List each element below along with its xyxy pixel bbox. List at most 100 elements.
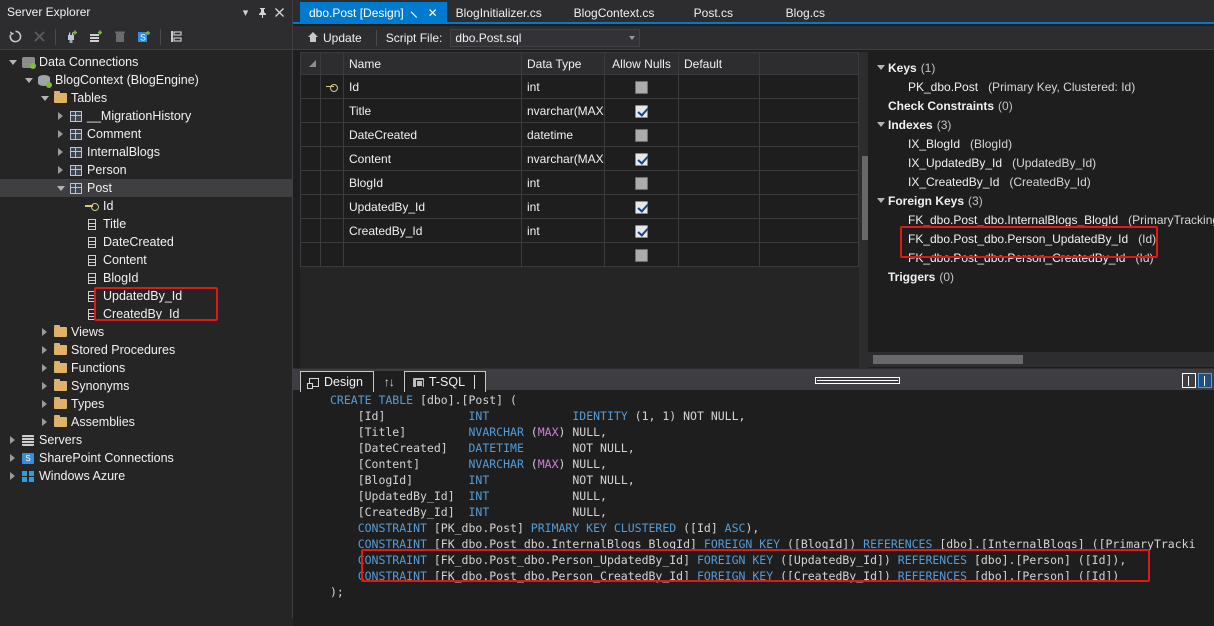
tree-item-title[interactable]: Title xyxy=(0,215,292,233)
grid-corner-header[interactable] xyxy=(300,52,321,75)
properties-scrollbar-thumb[interactable] xyxy=(873,355,1023,364)
connect-to-database-icon[interactable] xyxy=(61,27,83,47)
close-icon[interactable]: ✕ xyxy=(428,6,438,20)
row-selector[interactable] xyxy=(300,74,321,99)
cell-allow-nulls[interactable] xyxy=(604,146,679,171)
tree-item-person[interactable]: Person xyxy=(0,161,292,179)
row-selector[interactable] xyxy=(300,242,321,267)
properties-icon[interactable] xyxy=(166,27,188,47)
cell-name[interactable]: Id xyxy=(343,74,522,99)
split-horizontal-button[interactable] xyxy=(1182,373,1196,388)
allow-nulls-checkbox[interactable] xyxy=(635,152,648,166)
expander-collapsed-icon[interactable] xyxy=(10,436,15,444)
cell-allow-nulls[interactable] xyxy=(604,122,679,147)
tree-item-data-connections[interactable]: Data Connections xyxy=(0,53,292,71)
tree-expander[interactable] xyxy=(38,328,51,336)
cell-data-type[interactable]: int xyxy=(521,170,605,195)
cell-default[interactable] xyxy=(678,242,760,267)
sharepoint-connection-icon[interactable]: S xyxy=(133,27,155,47)
properties-item[interactable]: IX_CreatedBy_Id (CreatedBy_Id) xyxy=(868,172,1214,191)
expander-collapsed-icon[interactable] xyxy=(42,382,47,390)
allow-nulls-checkbox[interactable] xyxy=(635,224,648,238)
tab-tsql[interactable]: T-SQL xyxy=(403,371,487,392)
tree-item-updatedby-id[interactable]: UpdatedBy_Id xyxy=(0,287,292,305)
tree-item-createdby-id[interactable]: CreatedBy_Id xyxy=(0,305,292,323)
cell-allow-nulls[interactable] xyxy=(604,218,679,243)
tree-expander[interactable] xyxy=(6,436,19,444)
properties-item[interactable]: IX_UpdatedBy_Id (UpdatedBy_Id) xyxy=(868,153,1214,172)
properties-item[interactable]: FK_dbo.Post_dbo.Person_CreatedBy_Id (Id) xyxy=(868,248,1214,267)
properties-item[interactable]: FK_dbo.Post_dbo.InternalBlogs_BlogId (Pri… xyxy=(868,210,1214,229)
tree-item-content[interactable]: Content xyxy=(0,251,292,269)
properties-horizontal-scrollbar[interactable] xyxy=(868,352,1214,367)
tree-item-servers[interactable]: Servers xyxy=(0,431,292,449)
tree-item-migrationhistory[interactable]: __MigrationHistory xyxy=(0,107,292,125)
properties-group-triggers[interactable]: Triggers (0) xyxy=(868,267,1214,286)
pin-icon[interactable]: ⚊ xyxy=(408,4,424,20)
tree-expander[interactable] xyxy=(54,112,67,120)
cell-data-type[interactable] xyxy=(521,242,605,267)
expander-collapsed-icon[interactable] xyxy=(10,472,15,480)
properties-item[interactable]: PK_dbo.Post (Primary Key, Clustered: Id) xyxy=(868,77,1214,96)
tree-expander[interactable] xyxy=(54,185,67,191)
tree-expander[interactable] xyxy=(6,454,19,462)
tab-post-cs[interactable]: Post.cs xyxy=(685,2,777,23)
cell-data-type[interactable]: int xyxy=(521,74,605,99)
expander-expanded-icon[interactable] xyxy=(56,185,65,191)
refresh-icon[interactable] xyxy=(4,27,26,47)
tree-expander[interactable] xyxy=(38,382,51,390)
row-selector[interactable] xyxy=(300,122,321,147)
allow-nulls-checkbox[interactable] xyxy=(635,248,648,262)
grid-header-data-type[interactable]: Data Type xyxy=(521,52,605,75)
cell-name[interactable]: Content xyxy=(343,146,522,171)
cell-default[interactable] xyxy=(678,74,760,99)
expander-collapsed-icon[interactable] xyxy=(42,346,47,354)
tab-blog-cs[interactable]: Blog.cs xyxy=(777,2,857,23)
tree-expander[interactable] xyxy=(38,346,51,354)
tab-blogcontext-cs[interactable]: BlogContext.cs xyxy=(565,2,685,23)
properties-expander[interactable] xyxy=(874,122,888,127)
properties-group-check-constraints[interactable]: Check Constraints (0) xyxy=(868,96,1214,115)
expander-collapsed-icon[interactable] xyxy=(10,454,15,462)
tree-expander[interactable] xyxy=(38,95,51,101)
cell-allow-nulls[interactable] xyxy=(604,170,679,195)
tsql-editor[interactable]: CREATE TABLE [dbo].[Post] ( [Id] INT IDE… xyxy=(293,390,1214,626)
expander-expanded-icon[interactable] xyxy=(8,59,17,65)
tree-item-assemblies[interactable]: Assemblies xyxy=(0,413,292,431)
grid-row[interactable] xyxy=(300,242,859,267)
expander-expanded-icon[interactable] xyxy=(877,122,885,127)
splitter-grip[interactable] xyxy=(815,377,900,384)
expander-expanded-icon[interactable] xyxy=(40,95,49,101)
expander-collapsed-icon[interactable] xyxy=(58,112,63,120)
allow-nulls-checkbox[interactable] xyxy=(635,80,648,94)
tree-item-tables[interactable]: Tables xyxy=(0,89,292,107)
cell-allow-nulls[interactable] xyxy=(604,74,679,99)
tree-expander[interactable] xyxy=(38,364,51,372)
properties-group-foreign-keys[interactable]: Foreign Keys (3) xyxy=(868,191,1214,210)
tree-item-comment[interactable]: Comment xyxy=(0,125,292,143)
split-vertical-button[interactable] xyxy=(1198,373,1212,388)
row-selector[interactable] xyxy=(300,218,321,243)
expander-collapsed-icon[interactable] xyxy=(58,148,63,156)
cell-data-type[interactable]: datetime xyxy=(521,122,605,147)
cell-allow-nulls[interactable] xyxy=(604,98,679,123)
tree-expander[interactable] xyxy=(6,472,19,480)
properties-group-indexes[interactable]: Indexes (3) xyxy=(868,115,1214,134)
tree-item-internalblogs[interactable]: InternalBlogs xyxy=(0,143,292,161)
cell-data-type[interactable]: int xyxy=(521,194,605,219)
properties-group-keys[interactable]: Keys (1) xyxy=(868,58,1214,77)
cell-default[interactable] xyxy=(678,194,760,219)
tree-expander[interactable] xyxy=(38,418,51,426)
tree-expander[interactable] xyxy=(54,166,67,174)
cell-name[interactable]: Title xyxy=(343,98,522,123)
tree-item-types[interactable]: Types xyxy=(0,395,292,413)
cell-name[interactable] xyxy=(343,242,522,267)
grid-row[interactable]: DateCreated datetime xyxy=(300,122,859,147)
tree-item-id[interactable]: Id xyxy=(0,197,292,215)
expander-collapsed-icon[interactable] xyxy=(58,130,63,138)
close-icon[interactable] xyxy=(271,4,288,21)
grid-row[interactable]: Content nvarchar(MAX) xyxy=(300,146,859,171)
tree-item-datecreated[interactable]: DateCreated xyxy=(0,233,292,251)
tree-expander[interactable] xyxy=(54,148,67,156)
expander-expanded-icon[interactable] xyxy=(877,65,885,70)
